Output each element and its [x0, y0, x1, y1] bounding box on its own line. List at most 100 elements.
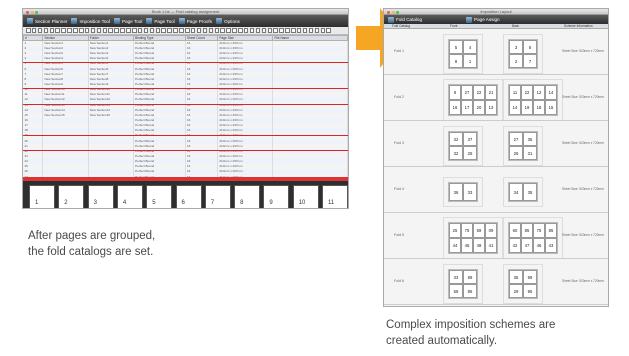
tool-icon[interactable] — [67, 28, 72, 33]
close-icon[interactable] — [387, 10, 390, 14]
zoom-icon[interactable] — [35, 10, 38, 14]
tool-icon[interactable] — [143, 28, 149, 33]
tool-icon[interactable] — [37, 28, 43, 33]
tool-icon[interactable] — [190, 28, 196, 33]
tool-icon[interactable] — [132, 28, 137, 33]
page-thumbnail[interactable]: 6 — [175, 185, 202, 208]
tool-icon[interactable] — [285, 28, 290, 33]
tool-icon[interactable] — [296, 28, 302, 33]
imposition-scheme[interactable]: 27 35 26 31 — [503, 126, 543, 166]
tool-icon[interactable] — [320, 28, 326, 33]
tool-icon[interactable] — [114, 28, 119, 33]
page-cell: 22 — [473, 85, 485, 100]
column-header[interactable]: Front — [450, 24, 457, 28]
toolbar-button[interactable]: Options — [216, 18, 240, 24]
tool-icon[interactable] — [314, 28, 320, 33]
toolbar-button[interactable]: Fold Catalog — [388, 16, 422, 23]
tool-icon[interactable] — [161, 28, 166, 33]
tool-icon[interactable] — [49, 28, 55, 33]
tool-icon[interactable] — [126, 28, 131, 33]
imposition-scheme[interactable]: 25 75 69 09 44 45 48 41 — [443, 217, 503, 259]
imposition-scheme[interactable]: 34 35 — [503, 177, 543, 207]
imposition-scheme[interactable]: 3627 — [503, 34, 543, 74]
column-header[interactable]: Scheme Information — [564, 24, 593, 28]
imposition-scheme[interactable]: 33 89 59 95 — [443, 264, 483, 304]
toolbar-button[interactable]: Page Tool — [114, 18, 142, 24]
tool-icon[interactable] — [202, 28, 208, 33]
page-thumbnail[interactable]: 5 — [146, 185, 173, 208]
toolbar-button[interactable]: Page Proofs — [178, 18, 212, 24]
tool-icon[interactable] — [26, 28, 31, 33]
tool-icon[interactable] — [273, 28, 278, 33]
imposition-scheme[interactable]: 5481 — [443, 34, 483, 74]
tool-icon[interactable] — [43, 28, 49, 33]
scheme-info: Sheet Size: 520mm x 720mm — [562, 141, 604, 145]
tool-icon[interactable] — [208, 28, 214, 33]
imposition-scheme[interactable]: 60 85 75 85 42 47 46 43 — [503, 217, 563, 259]
tool-icon[interactable] — [149, 28, 155, 33]
page-cell: 60 — [509, 223, 521, 238]
toolbar-button[interactable]: Imposition Tool — [71, 18, 110, 24]
tool-icon[interactable] — [302, 28, 308, 33]
page-thumbnail[interactable]: 9 — [263, 185, 290, 208]
tool-icon[interactable] — [90, 28, 96, 33]
tool-icon[interactable] — [238, 28, 243, 33]
tool-icon[interactable] — [55, 28, 60, 33]
tool-icon[interactable] — [73, 28, 78, 33]
page-cell: 27 — [461, 85, 473, 100]
tool-icon[interactable] — [137, 28, 143, 33]
tool-icon[interactable] — [84, 28, 90, 33]
tool-icon[interactable] — [108, 28, 113, 33]
tool-icon[interactable] — [255, 28, 261, 33]
minimize-icon[interactable] — [30, 10, 34, 14]
imposition-scheme[interactable]: 32 37 32 25 — [443, 126, 483, 166]
tool-icon[interactable] — [308, 28, 314, 33]
page-thumbnail[interactable]: 1 — [29, 185, 55, 208]
tool-icon[interactable] — [326, 28, 331, 33]
tool-icon[interactable] — [167, 28, 172, 33]
column-header[interactable]: Back — [512, 24, 519, 28]
tool-icon[interactable] — [291, 28, 296, 33]
page-thumbnail[interactable]: 3 — [87, 185, 114, 208]
tool-icon[interactable] — [155, 28, 161, 33]
tool-icon[interactable] — [173, 28, 178, 33]
page-cell: 1 — [463, 54, 477, 68]
zoom-icon[interactable] — [396, 10, 399, 14]
toolbar-button[interactable]: Section Planner — [27, 18, 67, 24]
left-screenshot: Book 1.bk — Fold catalog assignment Sect… — [22, 8, 349, 209]
tool-icon[interactable] — [249, 28, 255, 33]
tool-icon[interactable] — [61, 28, 66, 33]
column-header[interactable]: Fold Catalog — [392, 24, 410, 28]
toolbar-button[interactable]: Page Tool — [146, 18, 175, 24]
page-thumbnail[interactable]: 10 — [292, 185, 319, 208]
page-thumbnail[interactable]: 7 — [204, 185, 231, 208]
tool-icon[interactable] — [243, 28, 249, 33]
imposition-scheme[interactable]: 11 22 12 14 14 19 18 15 — [503, 79, 563, 121]
tool-icon[interactable] — [96, 28, 102, 33]
tool-icon[interactable] — [31, 28, 37, 33]
close-icon[interactable] — [26, 10, 29, 14]
imposition-scheme[interactable]: 6 27 22 21 16 17 20 13 — [443, 79, 503, 121]
page-thumbnail[interactable]: 8 — [234, 185, 261, 208]
imposition-scheme[interactable]: 36 33 — [443, 177, 483, 207]
toolbar-button[interactable]: Page Assign — [466, 16, 500, 23]
tool-icon[interactable] — [120, 28, 125, 33]
tool-icon[interactable] — [179, 28, 184, 33]
tool-icon[interactable] — [196, 28, 202, 33]
imposition-scheme[interactable]: 35 99 29 95 — [503, 264, 543, 304]
tool-icon[interactable] — [220, 28, 225, 33]
tool-icon[interactable] — [261, 28, 267, 33]
tool-icon[interactable] — [279, 28, 284, 33]
tool-icon[interactable] — [267, 28, 273, 33]
tool-icon[interactable] — [214, 28, 219, 33]
page-thumbnail[interactable]: 2 — [58, 185, 85, 208]
tool-icon[interactable] — [185, 28, 190, 33]
page-thumbnail[interactable]: 4 — [116, 185, 143, 208]
page-cell: 69 — [473, 223, 485, 238]
page-thumbnail[interactable]: 11 — [322, 185, 348, 208]
tool-icon[interactable] — [79, 28, 84, 33]
tool-icon[interactable] — [102, 28, 108, 33]
minimize-icon[interactable] — [391, 10, 395, 14]
tool-icon[interactable] — [232, 28, 237, 33]
tool-icon[interactable] — [226, 28, 231, 33]
